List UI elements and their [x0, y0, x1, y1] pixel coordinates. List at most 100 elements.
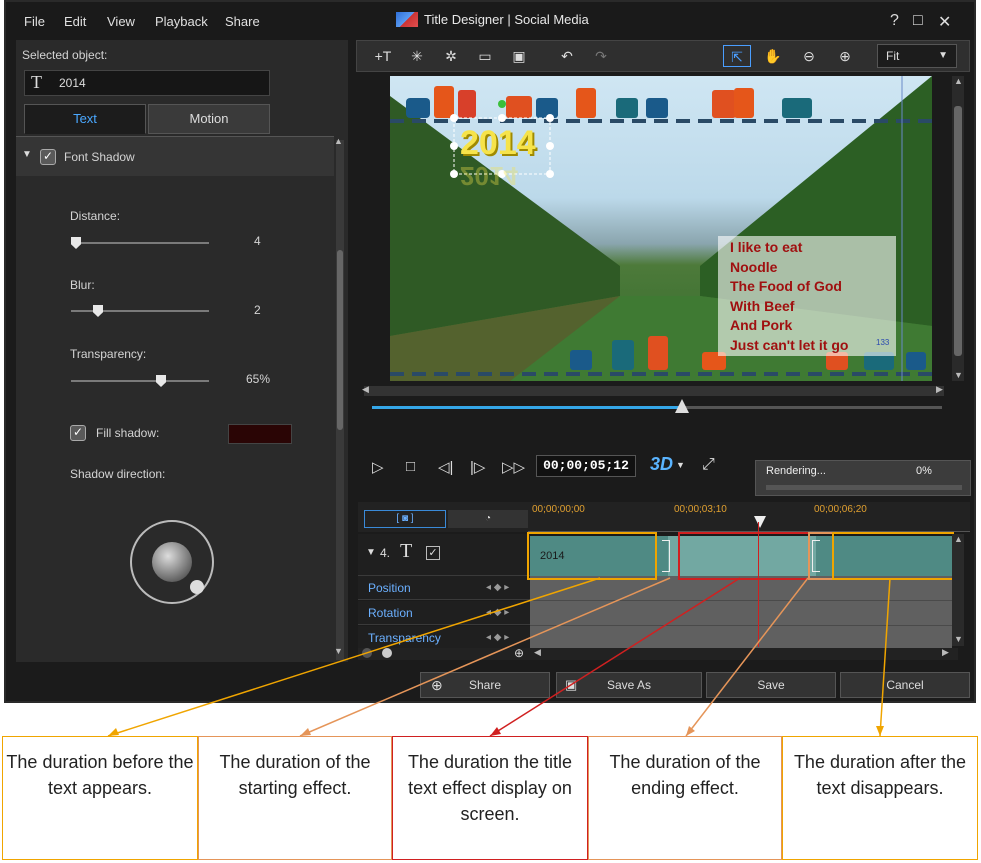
rendering-progress-bar: [766, 485, 962, 490]
timeline-zoom-min-icon[interactable]: [362, 648, 372, 658]
distance-slider[interactable]: [71, 237, 209, 249]
timeline-hscrollbar[interactable]: ⊕ ◀ ▶: [358, 646, 958, 660]
preview-scroll-down-icon[interactable]: ▼: [954, 370, 963, 380]
panel-scrollbar-thumb[interactable]: [337, 250, 343, 430]
keyframe-track[interactable]: [530, 601, 952, 626]
tab-text[interactable]: Text: [24, 104, 146, 134]
menu-edit[interactable]: Edit: [64, 14, 86, 29]
lyrics-text-block[interactable]: I like to eat Noodle The Food of God Wit…: [730, 238, 848, 355]
timeline-mode-time-button[interactable]: ◔: [448, 510, 528, 528]
blur-slider[interactable]: [71, 305, 209, 317]
menu-playback[interactable]: Playback: [155, 14, 208, 29]
insert-effect-icon[interactable]: ✲: [437, 45, 465, 67]
selected-object-label: Selected object:: [22, 48, 108, 62]
timeline-scroll-down-icon[interactable]: ▼: [954, 634, 963, 644]
undo-icon[interactable]: ↶: [553, 45, 581, 67]
preview-vscrollbar[interactable]: ▲ ▼: [952, 76, 964, 381]
insert-background-icon[interactable]: ▣: [505, 45, 533, 67]
rendering-label: Rendering...: [766, 465, 826, 477]
timeline-scroll-up-icon[interactable]: ▲: [954, 534, 963, 544]
distance-slider-knob[interactable]: [71, 237, 81, 249]
fill-shadow-checkbox[interactable]: [70, 425, 86, 441]
redo-icon[interactable]: ↷: [587, 45, 615, 67]
zoom-fit-select[interactable]: Fit ▼: [877, 44, 957, 68]
help-icon[interactable]: ?: [890, 12, 899, 30]
properties-panel: Selected object: T 2014 Text Motion ▼ Fo…: [16, 40, 348, 662]
preview-vscroll-thumb[interactable]: [954, 106, 962, 356]
hand-tool-icon[interactable]: ✋: [759, 45, 787, 67]
insert-title-icon[interactable]: +T: [369, 45, 397, 67]
insert-particle-icon[interactable]: ✳: [403, 45, 431, 67]
selected-object-field[interactable]: T 2014: [24, 70, 270, 96]
title-2014-text[interactable]: 2014: [460, 124, 536, 163]
insert-object-icon[interactable]: ▭: [471, 45, 499, 67]
blur-slider-knob[interactable]: [93, 305, 103, 317]
scroll-up-arrow-icon[interactable]: ▲: [334, 136, 343, 146]
track-collapse-icon[interactable]: ▼: [366, 547, 376, 558]
menu-share[interactable]: Share: [225, 14, 260, 29]
preview-scroll-left-icon[interactable]: ◀: [362, 384, 369, 395]
collapse-arrow-icon[interactable]: ▼: [22, 149, 32, 160]
timeline-ruler[interactable]: 00;00;00;00 00;00;03;10 00;00;06;20: [528, 502, 970, 532]
font-shadow-label: Font Shadow: [64, 150, 135, 164]
timeline-zoom-slider-knob[interactable]: [382, 648, 392, 658]
timeline-scroll-left-icon[interactable]: ◀: [534, 647, 541, 658]
dial-handle[interactable]: [190, 580, 204, 594]
playback-slider[interactable]: [372, 399, 942, 413]
timeline-playhead[interactable]: [754, 516, 766, 528]
fullscreen-icon[interactable]: ⤢: [702, 456, 715, 474]
shadow-direction-dial[interactable]: [130, 520, 214, 604]
keyframe-nav-icon[interactable]: ◂ ◆ ▸: [486, 601, 509, 625]
preview-scroll-up-icon[interactable]: ▲: [954, 76, 963, 86]
zoom-out-icon[interactable]: ⊖: [795, 45, 823, 67]
preview-scroll-right-icon[interactable]: ▶: [936, 384, 943, 395]
panel-scrollbar[interactable]: [336, 140, 344, 660]
tab-motion[interactable]: Motion: [148, 104, 270, 134]
timeline-zoom-in-icon[interactable]: ⊕: [514, 646, 524, 660]
preview-canvas[interactable]: 2014 2014 I like to eat Noodle The Food …: [390, 76, 932, 381]
text-type-icon: T: [31, 72, 42, 92]
preview-hscrollbar[interactable]: ◀ ▶: [362, 384, 944, 396]
menu-file[interactable]: File: [24, 14, 45, 29]
rendering-percent: 0%: [916, 465, 932, 477]
keyframe-nav-icon[interactable]: ◂ ◆ ▸: [486, 576, 509, 600]
fast-forward-icon[interactable]: ▷▷: [502, 458, 525, 476]
transparency-slider-knob[interactable]: [156, 375, 166, 387]
select-tool-icon[interactable]: ⇱: [723, 45, 751, 67]
distance-label: Distance:: [70, 209, 121, 223]
cancel-button[interactable]: Cancel: [840, 672, 970, 698]
close-icon[interactable]: ✕: [938, 12, 951, 32]
keyframe-nav-icon[interactable]: ◂ ◆ ▸: [486, 626, 509, 650]
next-frame-icon[interactable]: |▷: [470, 458, 485, 476]
zoom-in-icon[interactable]: ⊕: [831, 45, 859, 67]
save-as-button[interactable]: ▣ Save As: [556, 672, 702, 698]
keyframe-row-rotation[interactable]: Rotation ◂ ◆ ▸: [358, 601, 530, 625]
track-visible-checkbox[interactable]: ✓: [426, 546, 440, 560]
zoom-fit-value: Fit: [886, 49, 900, 63]
menu-view[interactable]: View: [107, 14, 135, 29]
keyframe-row-position[interactable]: Position ◂ ◆ ▸: [358, 576, 530, 600]
scroll-down-arrow-icon[interactable]: ▼: [334, 646, 343, 656]
stop-icon[interactable]: □: [406, 458, 415, 475]
shadow-direction-label: Shadow direction:: [70, 467, 166, 481]
play-icon[interactable]: ▷: [372, 458, 384, 476]
clip-start-effect-handle[interactable]: [662, 540, 670, 572]
timeline-mode-clip-button[interactable]: [ ◙ ]: [364, 510, 446, 528]
font-shadow-header[interactable]: ▼ Font Shadow: [16, 136, 334, 176]
3d-dropdown-icon[interactable]: ▼: [676, 460, 685, 470]
title-2014-reflection: 2014: [460, 161, 518, 191]
transparency-slider[interactable]: [71, 375, 209, 387]
shadow-color-swatch[interactable]: [228, 424, 292, 444]
distance-value: 4: [254, 234, 261, 248]
keyframe-row-transparency[interactable]: Transparency ◂ ◆ ▸: [358, 626, 530, 650]
track-header: ▼ 4. T ✓: [358, 534, 530, 576]
timeline-scroll-right-icon[interactable]: ▶: [942, 647, 949, 658]
lyric-line: With Beef: [730, 297, 795, 314]
save-button[interactable]: Save: [706, 672, 836, 698]
maximize-icon[interactable]: □: [913, 12, 923, 30]
share-button[interactable]: ⊕ Share: [420, 672, 550, 698]
prev-frame-icon[interactable]: ◁|: [438, 458, 453, 476]
3d-toggle[interactable]: 3D: [650, 454, 673, 475]
timeline-vscrollbar[interactable]: ▲ ▼: [952, 534, 964, 646]
font-shadow-checkbox[interactable]: [40, 149, 56, 165]
